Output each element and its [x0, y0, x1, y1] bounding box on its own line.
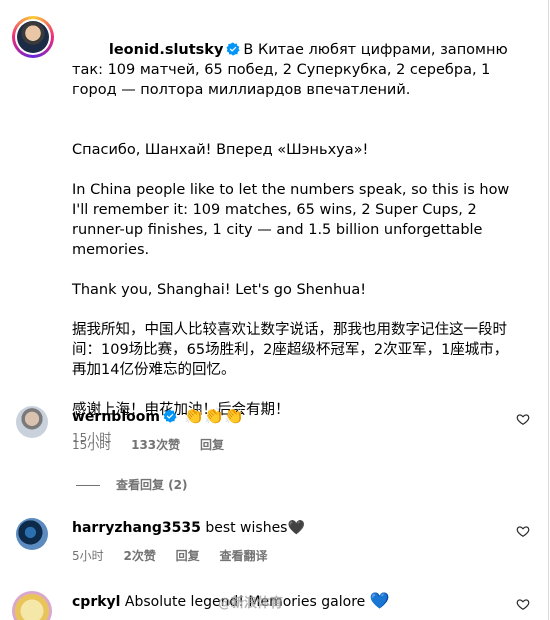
- heart-outline-icon[interactable]: [516, 597, 530, 611]
- commenter-avatar[interactable]: [16, 406, 48, 438]
- caption-body: leonid.slutsky В Китае любят цифрами, зап…: [72, 20, 512, 448]
- commenter-avatar[interactable]: [12, 591, 52, 620]
- commenter-username[interactable]: harryzhang3535: [72, 520, 201, 536]
- comment-text: best wishes🖤: [205, 520, 305, 536]
- heart-outline-icon[interactable]: [516, 412, 530, 426]
- comment-text: 👏👏👏: [184, 406, 245, 425]
- reply-button[interactable]: 回复: [200, 438, 224, 452]
- divider-line: [76, 485, 100, 486]
- caption-zh-1: 据我所知，中国人比较喜欢让数字说话，那我也用数字记住这一段时间：109场比赛，6…: [72, 322, 509, 378]
- comment-likes[interactable]: 133次赞: [131, 438, 180, 452]
- blue-heart-emoji: 💙: [369, 591, 390, 610]
- post-comments-panel: leonid.slutsky В Китае любят цифрами, зап…: [0, 0, 549, 620]
- author-username[interactable]: leonid.slutsky: [109, 42, 224, 58]
- caption-en-1: In China people like to let the numbers …: [72, 182, 514, 258]
- commenter-avatar[interactable]: [16, 518, 48, 550]
- comment-meta: 15小时 133次赞 回复: [72, 435, 502, 455]
- comment-time[interactable]: 15小时: [72, 438, 111, 452]
- view-replies-label: 查看回复 (2): [116, 478, 188, 492]
- caption-ru-2: Спасибо, Шанхай! Вперед «Шэньхуа»!: [72, 142, 369, 158]
- comment-time[interactable]: 5小时: [72, 549, 104, 563]
- comment-likes[interactable]: 2次赞: [123, 549, 155, 563]
- verified-badge-icon: [163, 409, 177, 423]
- caption-en-2: Thank you, Shanghai! Let's go Shenhua!: [72, 282, 367, 298]
- commenter-username[interactable]: wernbloom: [72, 409, 160, 425]
- translate-button[interactable]: 查看翻译: [220, 549, 268, 563]
- reply-button[interactable]: 回复: [176, 549, 200, 563]
- heart-outline-icon[interactable]: [516, 524, 530, 538]
- commenter-username[interactable]: cprkyl: [72, 594, 120, 610]
- author-avatar[interactable]: [12, 16, 54, 58]
- verified-badge-icon: [226, 42, 240, 56]
- view-replies-link[interactable]: 查看回复 (2): [76, 476, 188, 493]
- comment-meta: 5小时 2次赞 回复 查看翻译: [72, 546, 502, 566]
- watermark: @新浪体育: [218, 596, 284, 611]
